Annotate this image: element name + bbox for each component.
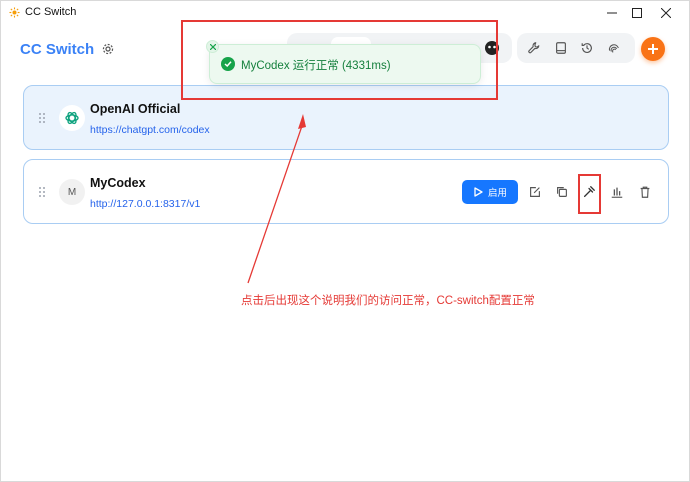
annotation-arrow bbox=[247, 114, 306, 284]
app-window: CC Switch CC Switch OpenAI Official http… bbox=[0, 0, 690, 482]
annotation-note: 点击后出现这个说明我们的访问正常，CC-switch配置正常 bbox=[241, 295, 535, 307]
